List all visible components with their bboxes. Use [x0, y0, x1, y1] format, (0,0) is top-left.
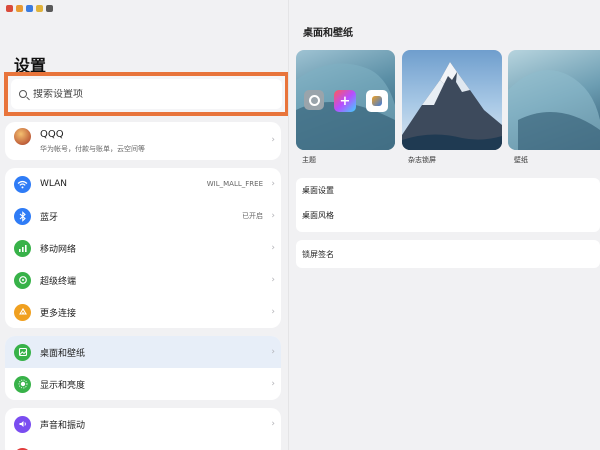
settings-item-label: 桌面和壁纸 [40, 348, 86, 359]
chevron-right-icon: › [271, 211, 275, 221]
app-icon [366, 90, 388, 112]
settings-item-super-device[interactable]: 超级终端 › [5, 264, 281, 296]
wifi-icon [14, 175, 31, 193]
chevron-right-icon: › [271, 347, 275, 357]
account-name: QQQ [40, 129, 64, 140]
more-connections-icon [14, 303, 31, 321]
display-card: 桌面和壁纸 › 显示和亮度 › [5, 336, 281, 400]
settings-item-value: 已开启 [242, 212, 263, 220]
account-card: QQQ 华为帐号，付款与账单，云空间等 › [5, 122, 281, 160]
settings-item-display-brightness[interactable]: 显示和亮度 › [5, 368, 281, 400]
desktop-settings-item[interactable]: 桌面设置 [302, 185, 334, 196]
search-bar[interactable] [11, 79, 282, 109]
wallpaper-thumbnail[interactable] [508, 50, 600, 150]
mobile-network-icon [14, 239, 31, 257]
panel-divider [288, 0, 289, 450]
chevron-right-icon: › [271, 179, 275, 189]
search-icon [19, 90, 27, 98]
magazine-lockscreen-thumbnail[interactable] [402, 50, 502, 150]
super-device-icon [14, 271, 31, 289]
settings-item-label: WLAN [40, 179, 68, 189]
account-subtitle: 华为帐号，付款与账单，云空间等 [40, 145, 145, 153]
chevron-right-icon: › [271, 379, 275, 389]
connectivity-card: WLAN WIL_MALL_FREE › 蓝牙 已开启 › 移动网络 › 超级终… [5, 168, 281, 328]
search-input[interactable] [33, 88, 253, 100]
desktop-style-item[interactable]: 桌面风格 [302, 210, 334, 221]
chevron-right-icon: › [271, 243, 275, 253]
app-icon: + [334, 90, 356, 112]
detail-title: 桌面和壁纸 [303, 28, 353, 39]
account-row[interactable]: QQQ 华为帐号，付款与账单，云空间等 › [5, 122, 281, 160]
settings-item-sound-vibration[interactable]: 声音和振动 › [5, 408, 281, 440]
settings-item-label: 蓝牙 [40, 212, 59, 223]
chevron-right-icon: › [271, 275, 275, 285]
settings-item-label: 显示和亮度 [40, 380, 86, 391]
lockscreen-signature-item[interactable]: 锁屏签名 [302, 249, 334, 260]
settings-item-value: WIL_MALL_FREE [206, 180, 263, 188]
desktop-settings-card: 桌面设置 桌面风格 [296, 178, 600, 232]
chevron-right-icon: › [271, 135, 275, 145]
bluetooth-icon [14, 207, 31, 225]
settings-item-label: 超级终端 [40, 276, 77, 287]
search-highlight [4, 72, 289, 116]
settings-item-label: 声音和振动 [40, 420, 86, 431]
settings-item-bluetooth[interactable]: 蓝牙 已开启 › [5, 200, 281, 232]
home-screen-wallpaper-icon [14, 343, 31, 361]
settings-app-icon [304, 90, 324, 110]
chevron-right-icon: › [271, 419, 275, 429]
settings-sidebar: 设置 QQQ 华为帐号，付款与账单，云空间等 › WLAN WIL_MALL_F… [0, 0, 289, 450]
chevron-right-icon: › [271, 307, 275, 317]
avatar [14, 128, 31, 145]
settings-item-label: 更多连接 [40, 308, 77, 319]
sound-vibration-icon [14, 415, 31, 433]
settings-item-mobile-network[interactable]: 移动网络 › [5, 232, 281, 264]
theme-thumbnail[interactable]: + [296, 50, 395, 150]
magazine-lockscreen-label: 杂志锁屏 [408, 156, 436, 164]
sound-card: 声音和振动 › [5, 408, 281, 450]
settings-item-notifications[interactable] [5, 440, 281, 450]
wallpaper-thumbnails: + [296, 50, 600, 150]
display-brightness-icon [14, 375, 31, 393]
lockscreen-signature-card: 锁屏签名 [296, 240, 600, 268]
settings-item-home-screen-wallpaper[interactable]: 桌面和壁纸 › [5, 336, 281, 368]
wallpaper-label: 壁纸 [514, 156, 528, 164]
settings-item-wlan[interactable]: WLAN WIL_MALL_FREE › [5, 168, 281, 200]
settings-item-more-connections[interactable]: 更多连接 › [5, 296, 281, 328]
theme-label: 主题 [302, 156, 316, 164]
settings-item-label: 移动网络 [40, 244, 77, 255]
